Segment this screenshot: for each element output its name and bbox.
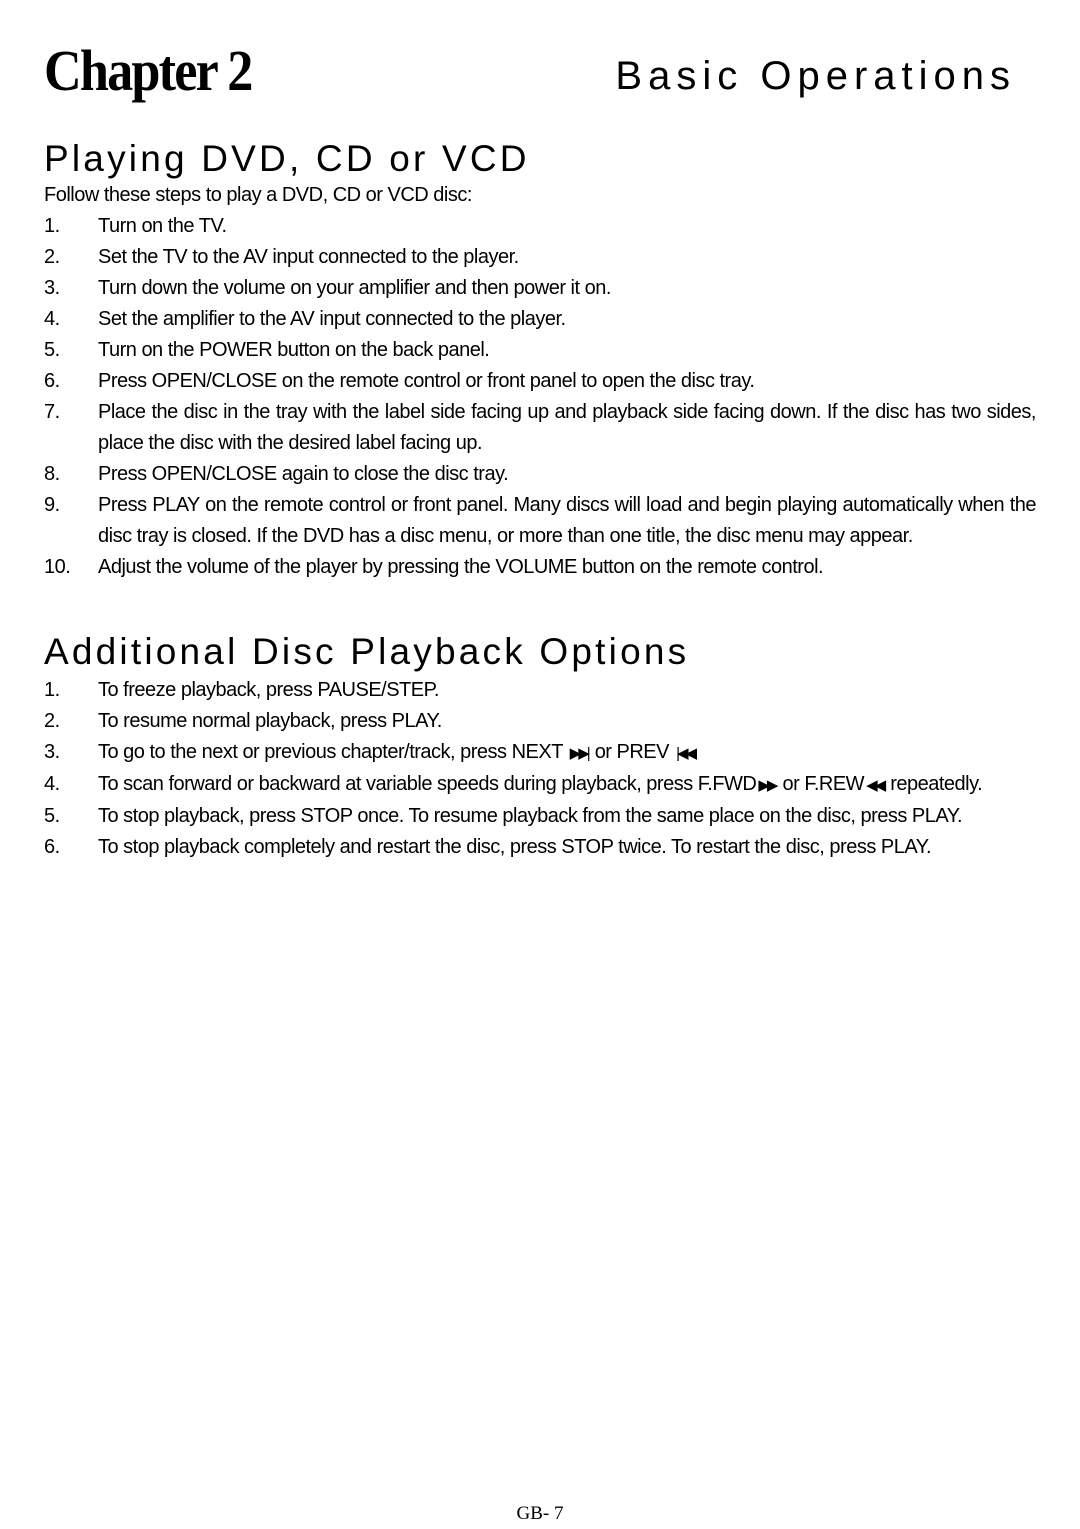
step-text-part: To scan forward or backward at variable … (98, 773, 757, 795)
step-text: Set the TV to the AV input connected to … (98, 246, 519, 268)
step-number: 1. (44, 679, 60, 701)
section-heading-additional-options: Additional Disc Playback Options (44, 631, 690, 672)
step-number: 3. (44, 277, 60, 299)
list-item: 3. To go to the next or previous chapter… (44, 737, 1036, 769)
step-text: Press PLAY on the remote control or fron… (98, 494, 1037, 547)
step-number: 6. (44, 370, 60, 392)
list-item: 2. To resume normal playback, press PLAY. (44, 706, 1036, 737)
step-text: Press OPEN/CLOSE again to close the disc… (98, 463, 509, 485)
step-text: Adjust the volume of the player by press… (98, 556, 824, 578)
step-text: To stop playback, press STOP once. To re… (98, 805, 963, 827)
step-text: To stop playback completely and restart … (98, 836, 932, 858)
section-heading-playing: Playing DVD, CD or VCD (44, 138, 530, 179)
list-item: 6. Press OPEN/CLOSE on the remote control… (44, 366, 1036, 397)
list-item: 10. Adjust the volume of the player by pr… (44, 552, 1036, 583)
step-text: Press OPEN/CLOSE on the remote control o… (98, 370, 755, 392)
chapter-label: Chapter 2 (44, 38, 253, 103)
step-number: 2. (44, 246, 60, 268)
list-item: 4. Set the amplifier to the AV input conn… (44, 304, 1036, 335)
step-number: 6. (44, 836, 60, 858)
page-number: GB- 7 (516, 1503, 564, 1524)
step-text-part: or F.REW (782, 773, 865, 795)
step-text: Place the disc in the tray with the labe… (98, 401, 1037, 454)
list-item: 5. Turn on the POWER button on the back p… (44, 335, 1036, 366)
step-text: To go to the next or previous chapter/tr… (98, 737, 1036, 769)
additional-options-list: 1. To freeze playback, press PAUSE/STEP. … (44, 675, 1036, 863)
step-text-part: or PREV (594, 741, 670, 763)
step-text: Turn on the POWER button on the back pan… (98, 339, 490, 361)
step-text-part: To go to the next or previous chapter/tr… (98, 741, 563, 763)
step-number: 10. (44, 556, 71, 578)
section-intro: Follow these steps to play a DVD, CD or … (44, 184, 472, 206)
skip-previous-icon: |◀◀ (676, 745, 697, 762)
list-item: 5. To stop playback, press STOP once. To … (44, 801, 1036, 832)
list-item: 4. To scan forward or backward at variab… (44, 769, 1036, 801)
list-item: 7. Place the disc in the tray with the la… (44, 397, 1037, 459)
list-item: 1. Turn on the TV. (44, 211, 1036, 242)
step-text: To freeze playback, press PAUSE/STEP. (98, 679, 439, 701)
list-item: 1. To freeze playback, press PAUSE/STEP. (44, 675, 1036, 706)
step-number: 2. (44, 710, 60, 732)
step-text: To scan forward or backward at variable … (98, 769, 1036, 801)
chapter-title: Basic Operations (615, 54, 1016, 98)
step-number: 7. (44, 401, 60, 423)
step-text: To resume normal playback, press PLAY. (98, 710, 442, 732)
skip-next-icon: ▶▶| (569, 745, 591, 762)
step-text-part: repeatedly. (890, 773, 983, 795)
step-number: 1. (44, 215, 60, 237)
list-item: 8. Press OPEN/CLOSE again to close the di… (44, 459, 1036, 490)
step-number: 5. (44, 339, 60, 361)
step-text: Set the amplifier to the AV input connec… (98, 308, 566, 330)
fast-forward-icon: ▶▶ (758, 777, 778, 794)
step-number: 8. (44, 463, 60, 485)
playing-steps-list: 1. Turn on the TV. 2. Set the TV to the AV… (44, 211, 1037, 583)
step-number: 3. (44, 741, 60, 763)
list-item: 6. To stop playback completely and restar… (44, 832, 1036, 863)
step-number: 4. (44, 773, 60, 795)
step-number: 5. (44, 805, 60, 827)
list-item: 2. Set the TV to the AV input connected t… (44, 242, 1036, 273)
step-text: Turn down the volume on your amplifier a… (98, 277, 611, 299)
step-number: 9. (44, 494, 60, 516)
list-item: 3. Turn down the volume on your amplifier… (44, 273, 1036, 304)
step-text: Turn on the TV. (98, 215, 227, 237)
step-number: 4. (44, 308, 60, 330)
list-item: 9. Press PLAY on the remote control or fr… (44, 490, 1037, 552)
rewind-icon: ◀◀ (866, 777, 886, 794)
